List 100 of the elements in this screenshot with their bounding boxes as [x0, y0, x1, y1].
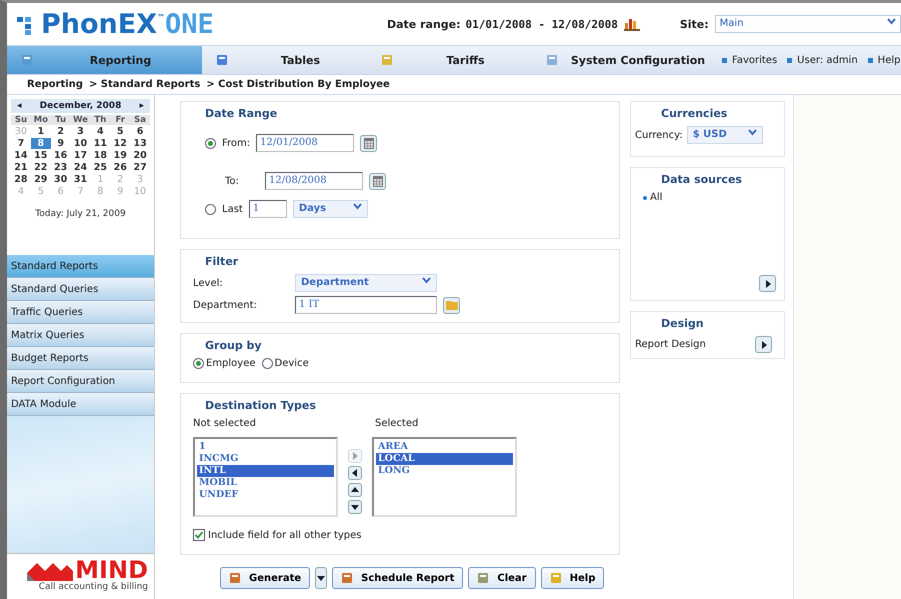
- currency-select[interactable]: $ USD: [686, 126, 763, 144]
- calendar-button[interactable]: [369, 172, 386, 190]
- calendar-day[interactable]: 26: [110, 162, 130, 173]
- checkbox[interactable]: [193, 529, 205, 541]
- date-field[interactable]: 12/08/2008: [265, 172, 363, 190]
- unit-select[interactable]: Days: [292, 200, 368, 218]
- header-link[interactable]: Help: [868, 46, 900, 74]
- calendar-day[interactable]: 3: [70, 126, 90, 137]
- list-box[interactable]: 1 INCMG INTL MOBIL UNDEF: [193, 437, 338, 517]
- list-option[interactable]: INCMG: [197, 453, 334, 465]
- sidebar-item[interactable]: Budget Reports: [7, 347, 154, 370]
- radio-button[interactable]: [205, 138, 216, 148]
- nav-tab[interactable]: System Configuration: [532, 46, 712, 74]
- action-button[interactable]: Clear: [468, 567, 536, 589]
- date-field[interactable]: 12/01/2008: [256, 134, 354, 152]
- calendar-day[interactable]: 12: [110, 138, 130, 149]
- level-select[interactable]: Department: [295, 274, 437, 292]
- calendar-day[interactable]: 25: [90, 162, 110, 173]
- panel-title: Destination Types: [205, 399, 317, 412]
- select-button[interactable]: [755, 336, 772, 353]
- select-button[interactable]: [759, 275, 776, 292]
- calendar-day[interactable]: 29: [30, 174, 51, 185]
- nav-tab[interactable]: Tables: [202, 46, 367, 74]
- calendar-day[interactable]: 1: [30, 126, 51, 137]
- calendar-day[interactable]: 11: [90, 138, 110, 149]
- list-option[interactable]: UNDEF: [197, 489, 334, 501]
- calendar-day[interactable]: 6: [130, 126, 150, 137]
- sidebar-item[interactable]: Report Configuration: [7, 370, 154, 393]
- calendar-day[interactable]: 2: [50, 126, 71, 137]
- calendar-day[interactable]: 27: [130, 162, 150, 173]
- list-option[interactable]: AREA: [376, 441, 513, 453]
- calendar-day[interactable]: 20: [130, 150, 150, 161]
- calendar-day[interactable]: 22: [30, 162, 51, 173]
- nav-tab[interactable]: Tariffs: [367, 46, 532, 74]
- site-select[interactable]: Main: [714, 15, 901, 33]
- calendar-day[interactable]: 7: [11, 138, 31, 149]
- list-option[interactable]: LONG: [376, 465, 513, 477]
- currency-label: Currency:: [635, 130, 683, 140]
- calendar-day[interactable]: 24: [70, 162, 90, 173]
- radio-button[interactable]: [262, 358, 273, 369]
- chart-icon[interactable]: [624, 17, 640, 31]
- list-option[interactable]: LOCAL: [376, 453, 513, 465]
- sidebar-item[interactable]: Traffic Queries: [7, 301, 154, 324]
- calendar-day[interactable]: 30: [50, 174, 71, 185]
- calendar-day[interactable]: 15: [30, 150, 51, 161]
- calendar-day[interactable]: 28: [11, 174, 31, 185]
- calendar-day[interactable]: 14: [11, 150, 31, 161]
- move-down-button[interactable]: [348, 500, 362, 514]
- list-option[interactable]: 1: [197, 441, 334, 453]
- calendar-day[interactable]: 5: [110, 126, 130, 137]
- breadcrumb-item[interactable]: Reporting: [27, 79, 83, 90]
- sidebar-item[interactable]: Matrix Queries: [7, 324, 154, 347]
- sidebar-item[interactable]: DATA Module: [7, 393, 154, 416]
- calendar-day[interactable]: 9: [50, 138, 71, 149]
- weekday-label: Th: [90, 115, 110, 125]
- department-field[interactable]: 1 IT: [295, 296, 437, 314]
- calendar-button[interactable]: [360, 134, 378, 152]
- action-button[interactable]: Schedule Report: [332, 567, 464, 589]
- radio-button[interactable]: [193, 358, 204, 369]
- calendar-day[interactable]: 31: [70, 174, 90, 185]
- list-option[interactable]: MOBIL: [197, 477, 334, 489]
- calendar-day[interactable]: 13: [130, 138, 150, 149]
- action-button[interactable]: Help: [540, 567, 604, 589]
- calendar-day[interactable]: 17: [70, 150, 90, 161]
- radio-button[interactable]: [205, 204, 216, 214]
- list-option[interactable]: INTL: [197, 465, 334, 477]
- calendar-day[interactable]: 18: [90, 150, 110, 161]
- calendar-day[interactable]: 23: [50, 162, 71, 173]
- header-link[interactable]: User: admin: [787, 46, 858, 74]
- calendar-day[interactable]: 19: [110, 150, 130, 161]
- dropdown-button[interactable]: [315, 567, 328, 589]
- move-up-button[interactable]: [348, 483, 362, 497]
- calendar-day[interactable]: 10: [70, 138, 90, 149]
- calendar-day[interactable]: 16: [50, 150, 71, 161]
- count-field[interactable]: 1: [248, 200, 287, 218]
- date-range-label: Date range:: [387, 18, 461, 30]
- action-button[interactable]: Generate: [220, 567, 310, 589]
- level-label: Level:: [193, 278, 224, 288]
- site-label: Site:: [680, 18, 709, 30]
- nav-tab-icon: [546, 54, 558, 66]
- data-source-item[interactable]: All: [650, 192, 662, 203]
- sidebar-item[interactable]: Standard Queries: [7, 278, 154, 301]
- calendar-day[interactable]: 21: [11, 162, 31, 173]
- calendar-day[interactable]: 4: [90, 126, 110, 137]
- sidebar-item[interactable]: Standard Reports: [7, 255, 154, 278]
- panel-title: Design: [661, 317, 705, 330]
- move-left-button[interactable]: [348, 466, 362, 480]
- breadcrumb-item[interactable]: > Standard Reports: [88, 79, 200, 90]
- nav-tab[interactable]: Reporting: [7, 46, 202, 74]
- header-link[interactable]: Favorites: [722, 46, 778, 74]
- list-box[interactable]: AREA LOCAL LONG: [372, 437, 517, 517]
- panel-title: Group by: [205, 339, 263, 352]
- nav-tab-icon: [216, 54, 228, 66]
- from-label: From:: [222, 138, 250, 148]
- option-label: Employee: [206, 358, 256, 369]
- calendar-day[interactable]: 8: [30, 138, 51, 149]
- prev-month-button[interactable]: ◂: [17, 101, 22, 111]
- arrow-right-icon: [351, 452, 359, 460]
- breadcrumb-item[interactable]: > Cost Distribution By Employee: [206, 79, 390, 90]
- next-month-button[interactable]: ▸: [139, 101, 144, 111]
